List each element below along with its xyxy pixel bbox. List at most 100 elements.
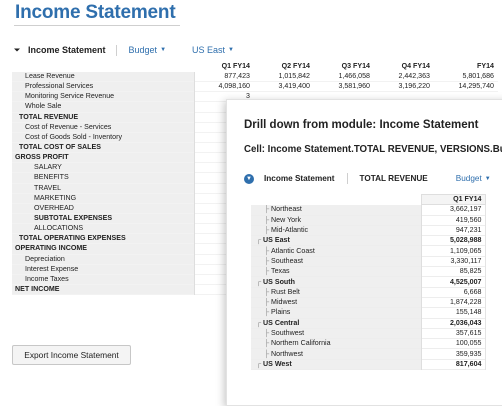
drill-row[interactable]: ├ Plains 155,148 bbox=[251, 307, 486, 319]
row-label: OVERHEAD bbox=[12, 203, 195, 214]
tree-branch-icon: ├ bbox=[264, 205, 270, 214]
column-header[interactable]: Q4 FY14 bbox=[374, 61, 434, 72]
version-selector[interactable]: Budget ▼ bbox=[129, 45, 166, 55]
caret-down-icon: ▼ bbox=[160, 47, 167, 53]
tree-branch-icon: ┌ bbox=[256, 277, 262, 286]
drill-row-label: ├ Southwest bbox=[251, 328, 422, 339]
collapse-chevron-icon[interactable]: ▼ bbox=[244, 173, 254, 184]
row-label: GROSS PROFIT bbox=[12, 152, 195, 163]
grid-corner bbox=[251, 194, 421, 205]
drill-cell[interactable]: 6,668 bbox=[421, 287, 486, 298]
drill-cell[interactable]: 100,055 bbox=[421, 338, 486, 349]
drill-row[interactable]: ├ Atlantic Coast 1,109,065 bbox=[251, 245, 486, 257]
grid-cell[interactable]: 3,581,960 bbox=[314, 82, 374, 92]
drill-row[interactable]: ┌ US Central 2,036,043 bbox=[251, 318, 486, 329]
drill-row-text: US West bbox=[263, 359, 292, 368]
table-row[interactable]: Professional Services 4,098,160 3,419,400 3… bbox=[12, 81, 498, 92]
title-divider bbox=[14, 25, 180, 26]
caret-down-icon: ▼ bbox=[484, 175, 491, 182]
drill-cell[interactable]: 2,036,043 bbox=[421, 318, 486, 329]
drill-row-label: ├ Mid-Atlantic bbox=[251, 225, 422, 236]
drill-cell[interactable]: 3,330,117 bbox=[421, 256, 486, 267]
row-label: NET INCOME bbox=[12, 284, 195, 295]
row-label: ALLOCATIONS bbox=[12, 223, 195, 234]
drill-row-text: Texas bbox=[271, 267, 290, 276]
drill-row[interactable]: ├ Northeast 3,662,197 bbox=[251, 204, 486, 216]
drill-row[interactable]: ├ Rust Belt 6,668 bbox=[251, 287, 486, 298]
drill-row-label: ├ Northern California bbox=[251, 338, 422, 349]
drill-line-item: TOTAL REVENUE bbox=[359, 174, 428, 183]
drill-cell[interactable]: 85,825 bbox=[421, 266, 486, 277]
column-header[interactable]: Q3 FY14 bbox=[314, 61, 374, 72]
grid-cell[interactable]: 877,423 bbox=[194, 72, 254, 82]
grid-cell[interactable]: 14,295,740 bbox=[434, 82, 498, 92]
row-label: Interest Expense bbox=[12, 264, 195, 275]
drill-row-text: Rust Belt bbox=[271, 287, 300, 296]
drill-cell[interactable]: 4,525,007 bbox=[421, 276, 486, 288]
drill-row[interactable]: ┌ US East 5,028,988 bbox=[251, 235, 486, 246]
drill-row-text: Northern California bbox=[271, 339, 331, 348]
caret-down-icon: ▼ bbox=[228, 47, 234, 53]
drill-cell[interactable]: 3,662,197 bbox=[421, 204, 486, 216]
grid-cell[interactable]: 3,196,220 bbox=[374, 82, 434, 92]
drill-row[interactable]: ├ Southwest 357,615 bbox=[251, 328, 486, 339]
row-label: Whole Sale bbox=[12, 101, 195, 113]
row-label: Depreciation bbox=[12, 254, 195, 265]
row-label: OPERATING INCOME bbox=[12, 243, 195, 255]
drill-cell[interactable]: 419,560 bbox=[421, 215, 486, 226]
grid-cell[interactable]: 4,098,160 bbox=[194, 82, 254, 92]
drill-row[interactable]: ├ New York 419,560 bbox=[251, 215, 486, 226]
toolbar-divider bbox=[346, 173, 348, 184]
column-header[interactable]: FY14 bbox=[434, 61, 498, 72]
grid-corner bbox=[12, 61, 194, 72]
row-label: Cost of Goods Sold - Inventory bbox=[12, 132, 195, 143]
drill-row[interactable]: ├ Midwest 1,874,228 bbox=[251, 297, 486, 308]
export-income-statement-button[interactable]: Export Income Statement bbox=[12, 345, 131, 365]
drill-cell[interactable]: 817,604 bbox=[421, 359, 486, 370]
drill-row-label: ┌ US South bbox=[251, 276, 422, 288]
drill-row[interactable]: ┌ US West 817,604 bbox=[251, 359, 486, 370]
drill-module-name: Income Statement bbox=[264, 174, 335, 183]
row-label: Lease Revenue bbox=[12, 72, 195, 82]
drill-row-text: New York bbox=[271, 215, 301, 224]
drill-version-selector[interactable]: Budget ▼ bbox=[456, 174, 491, 183]
grid-cell[interactable]: 1,466,058 bbox=[314, 72, 374, 82]
drill-cell[interactable]: 947,231 bbox=[421, 225, 486, 236]
drill-row-label: ├ Midwest bbox=[251, 297, 422, 308]
column-header[interactable]: Q1 FY14 bbox=[194, 61, 254, 72]
tree-branch-icon: ├ bbox=[264, 246, 270, 255]
row-label: SALARY bbox=[12, 162, 195, 173]
drill-row[interactable]: ├ Texas 85,825 bbox=[251, 266, 486, 277]
column-header[interactable]: Q1 FY14 bbox=[420, 193, 486, 206]
drill-row[interactable]: ┌ US South 4,525,007 bbox=[251, 276, 486, 288]
table-row[interactable]: Lease Revenue 877,423 1,015,842 1,466,058 2,… bbox=[12, 72, 498, 82]
tree-branch-icon: ├ bbox=[264, 329, 270, 337]
drill-header-row: Q1 FY14 bbox=[251, 193, 486, 206]
column-header[interactable]: Q2 FY14 bbox=[254, 61, 314, 72]
drill-row-label: ┌ US Central bbox=[251, 318, 422, 329]
grid-cell[interactable]: 3,419,400 bbox=[254, 82, 314, 92]
drill-row-label: ├ Texas bbox=[251, 266, 422, 277]
grid-cell[interactable]: 5,801,686 bbox=[434, 72, 498, 82]
grid-cell[interactable]: 1,015,842 bbox=[254, 72, 314, 82]
drill-cell[interactable]: 155,148 bbox=[421, 307, 486, 319]
drill-row-text: Southwest bbox=[271, 329, 305, 337]
tree-branch-icon: ├ bbox=[264, 298, 270, 307]
drill-row[interactable]: ├ Mid-Atlantic 947,231 bbox=[251, 225, 486, 236]
collapse-chevron-icon[interactable] bbox=[12, 45, 22, 55]
drill-row[interactable]: ├ Southeast 3,330,117 bbox=[251, 256, 486, 267]
drill-cell[interactable]: 359,935 bbox=[421, 348, 486, 360]
drill-row[interactable]: ├ Northern California 100,055 bbox=[251, 338, 486, 349]
drill-cell[interactable]: 357,615 bbox=[421, 328, 486, 339]
drill-cell[interactable]: 1,874,228 bbox=[421, 297, 486, 308]
grid-cell[interactable]: 2,442,363 bbox=[374, 72, 434, 82]
tree-branch-icon: ├ bbox=[264, 267, 270, 276]
grid-header-row: Q1 FY14 Q2 FY14 Q3 FY14 Q4 FY14 FY14 bbox=[12, 61, 498, 72]
drill-grid: Q1 FY14 ├ Northeast 3,662,197 ├ New York 419,… bbox=[251, 193, 486, 370]
drill-cell[interactable]: 1,109,065 bbox=[421, 245, 486, 257]
region-selector[interactable]: US East ▼ bbox=[192, 45, 234, 55]
tree-branch-icon: ┌ bbox=[256, 318, 262, 327]
drill-row[interactable]: ├ Northwest 359,935 bbox=[251, 348, 486, 360]
drill-cell[interactable]: 5,028,988 bbox=[421, 235, 486, 246]
module-name: Income Statement bbox=[28, 45, 106, 55]
